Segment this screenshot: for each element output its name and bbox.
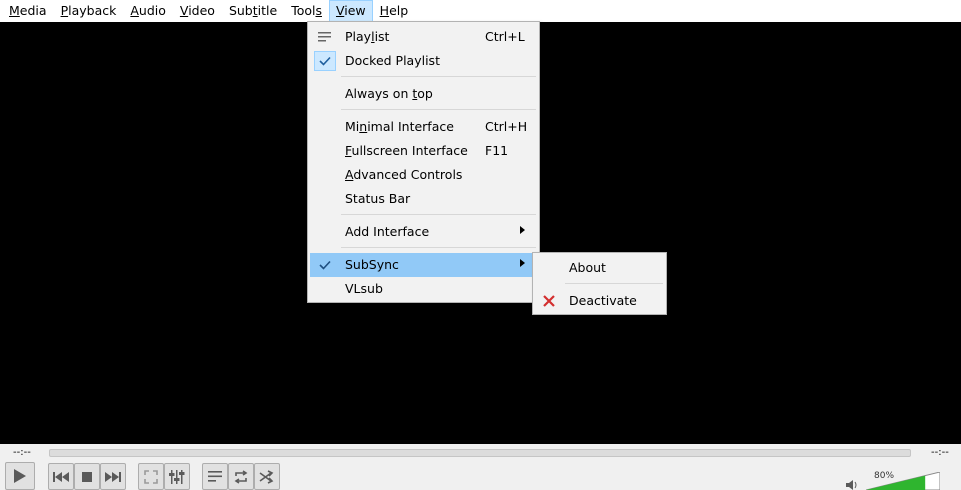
menu-separator <box>341 76 536 77</box>
menu-item-always-on-top[interactable]: Always on top <box>310 82 538 106</box>
fullscreen-interface-shortcut: F11 <box>485 143 509 158</box>
submenu-arrow-icon <box>520 259 525 267</box>
always-on-top-label: Always on top <box>345 86 433 101</box>
menu-playback[interactable]: Playback <box>54 0 124 22</box>
submenu-arrow-icon <box>520 226 525 234</box>
minimal-interface-shortcut: Ctrl+H <box>485 119 528 134</box>
previous-icon <box>53 471 69 482</box>
fullscreen-interface-label: Fullscreen Interface <box>345 143 468 158</box>
play-button[interactable] <box>5 462 35 490</box>
add-interface-label: Add Interface <box>345 224 430 239</box>
menu-audio[interactable]: Audio <box>123 0 173 22</box>
menu-media[interactable]: Media <box>2 0 54 22</box>
minimal-interface-label: Minimal Interface <box>345 119 454 134</box>
fullscreen-icon <box>144 469 158 484</box>
docked-playlist-label: Docked Playlist <box>345 53 440 68</box>
shuffle-button[interactable] <box>254 463 280 490</box>
menu-subtitle[interactable]: Subtitle <box>222 0 284 22</box>
toggle-playlist-button[interactable] <box>202 463 228 490</box>
stop-button[interactable] <box>74 463 100 490</box>
submenu-item-deactivate[interactable]: Deactivate <box>535 289 665 313</box>
menu-bar: Media Playback Audio Video Subtitle Tool… <box>0 0 961 22</box>
loop-button[interactable] <box>228 463 254 490</box>
time-total: --:-- <box>931 447 949 458</box>
playlist-icon <box>207 471 222 482</box>
playlist-icon <box>314 27 336 47</box>
menu-item-add-interface[interactable]: Add Interface <box>310 220 538 244</box>
check-icon <box>314 255 336 275</box>
time-elapsed: --:-- <box>13 447 31 458</box>
advanced-controls-label: Advanced Controls <box>345 167 463 182</box>
loop-icon <box>234 469 248 484</box>
menu-item-minimal-interface[interactable]: Minimal Interface Ctrl+H <box>310 115 538 139</box>
next-icon <box>105 471 121 482</box>
previous-button[interactable] <box>48 463 74 490</box>
menu-tools[interactable]: Tools <box>284 0 329 22</box>
status-bar-label: Status Bar <box>345 191 411 206</box>
menu-item-status-bar[interactable]: Status Bar <box>310 187 538 211</box>
shuffle-icon <box>259 469 274 484</box>
deactivate-label: Deactivate <box>569 293 637 308</box>
menu-item-docked-playlist[interactable]: Docked Playlist <box>310 49 538 73</box>
playlist-label: Playlist <box>345 29 390 44</box>
volume-slider[interactable] <box>866 472 940 490</box>
menu-item-playlist[interactable]: Playlist Ctrl+L <box>310 25 538 49</box>
speaker-icon[interactable] <box>845 480 859 490</box>
fullscreen-button[interactable] <box>138 463 164 490</box>
check-icon <box>314 51 336 71</box>
equalizer-icon <box>169 469 185 484</box>
play-icon <box>14 469 26 483</box>
menu-item-advanced-controls[interactable]: Advanced Controls <box>310 163 538 187</box>
menu-item-vlsub[interactable]: VLsub <box>310 277 538 301</box>
submenu-item-about[interactable]: About <box>535 256 665 280</box>
view-menu-dropdown: Playlist Ctrl+L Docked Playlist Always o… <box>307 21 540 303</box>
subsync-submenu: About Deactivate <box>532 252 667 315</box>
seek-slider[interactable] <box>49 449 911 457</box>
menu-separator <box>341 247 536 248</box>
menu-separator <box>341 214 536 215</box>
extended-settings-button[interactable] <box>164 463 190 490</box>
menu-help[interactable]: Help <box>373 0 416 22</box>
menu-item-subsync[interactable]: SubSync <box>310 253 538 277</box>
vlsub-label: VLsub <box>345 281 383 296</box>
stop-icon <box>82 471 92 482</box>
close-icon <box>540 292 558 310</box>
subsync-label: SubSync <box>345 257 399 272</box>
menu-video[interactable]: Video <box>173 0 222 22</box>
menu-separator <box>565 283 663 284</box>
menu-view[interactable]: View <box>328 0 373 22</box>
playlist-shortcut: Ctrl+L <box>485 29 525 44</box>
menu-separator <box>341 109 536 110</box>
about-label: About <box>569 260 606 275</box>
menu-item-fullscreen-interface[interactable]: Fullscreen Interface F11 <box>310 139 538 163</box>
next-button[interactable] <box>100 463 126 490</box>
player-controls: --:-- --:-- 80% <box>0 444 961 490</box>
